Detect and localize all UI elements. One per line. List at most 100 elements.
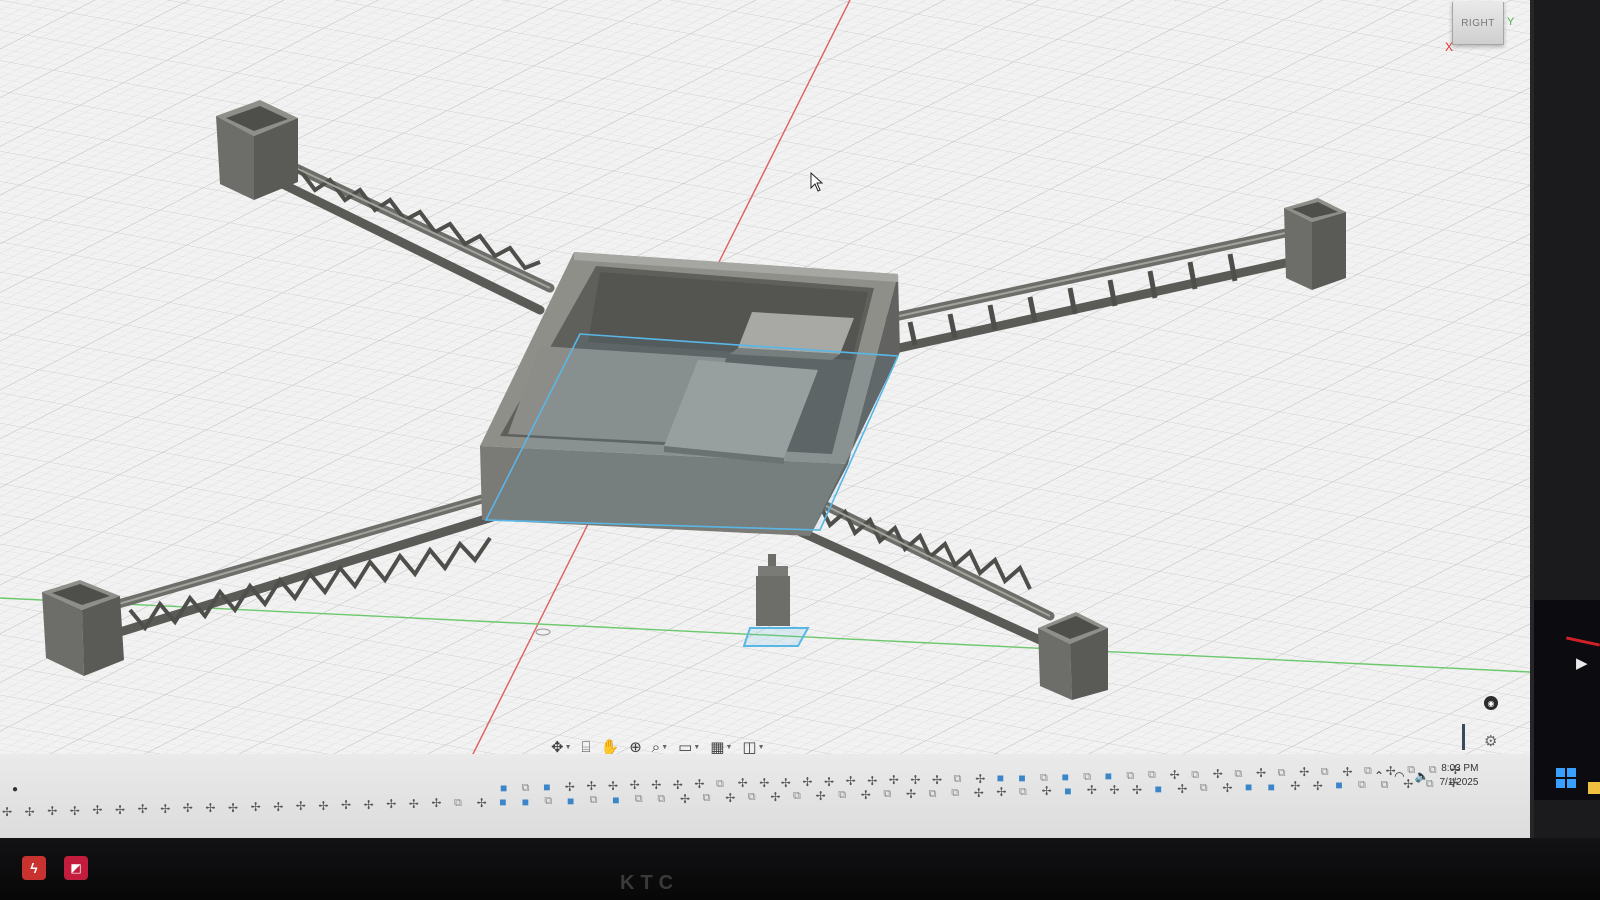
- timeline-feature-body-icon[interactable]: ■: [1245, 781, 1252, 793]
- timeline-feature-plus-icon[interactable]: ✢: [846, 775, 856, 787]
- timeline-feature-plus-icon[interactable]: ✢: [1170, 769, 1180, 781]
- 3d-viewport[interactable]: [0, 0, 1530, 838]
- timeline-feature-plus-icon[interactable]: ✢: [565, 781, 575, 793]
- timeline-feature-body-icon[interactable]: ■: [1062, 771, 1069, 783]
- timeline-feature-plus-icon[interactable]: ✢: [431, 797, 441, 809]
- timeline-feature-sketch-icon[interactable]: ⧉: [1234, 768, 1242, 780]
- timeline-feature-plus-icon[interactable]: ✢: [160, 803, 170, 815]
- timeline-feature-body-icon[interactable]: ■: [499, 796, 506, 808]
- timeline-feature-plus-icon[interactable]: ✢: [228, 802, 238, 814]
- timeline-feature-body-icon[interactable]: ■: [1155, 783, 1162, 795]
- timeline-feature-plus-icon[interactable]: ✢: [759, 777, 769, 789]
- timeline-feature-plus-icon[interactable]: ✢: [92, 804, 102, 816]
- timeline-feature-sketch-icon[interactable]: ⧉: [590, 794, 598, 806]
- lightning-app-icon[interactable]: ϟ: [22, 856, 46, 880]
- timeline-feature-plus-icon[interactable]: ✢: [70, 805, 80, 817]
- timeline-feature-plus-icon[interactable]: ✢: [996, 786, 1006, 798]
- timeline-feature-plus-icon[interactable]: ✢: [608, 780, 618, 792]
- timeline-feature-plus-icon[interactable]: ✢: [25, 806, 35, 818]
- timeline-feature-plus-icon[interactable]: ✢: [651, 779, 661, 791]
- timeline-feature-body-icon[interactable]: ■: [997, 772, 1004, 784]
- timeline-feature-sketch-icon[interactable]: ⧉: [703, 792, 711, 804]
- timeline-feature-sketch-icon[interactable]: ⧉: [1126, 770, 1134, 782]
- wifi-icon[interactable]: ◠: [1394, 769, 1404, 783]
- timeline-feature-body-icon[interactable]: ■: [500, 782, 507, 794]
- timeline-feature-plus-icon[interactable]: ✢: [932, 774, 942, 786]
- timeline-feature-plus-icon[interactable]: ✢: [694, 778, 704, 790]
- timeline-feature-body-icon[interactable]: ■: [522, 796, 529, 808]
- timeline-feature-plus-icon[interactable]: ✢: [138, 803, 148, 815]
- timeline-marker-icon[interactable]: [1462, 724, 1465, 750]
- timeline-feature-body-icon[interactable]: ■: [1064, 785, 1071, 797]
- timeline-feature-plus-icon[interactable]: ✢: [975, 773, 985, 785]
- compass-icon[interactable]: ◉: [1484, 696, 1498, 710]
- timeline-feature-body-icon[interactable]: ■: [543, 781, 550, 793]
- timeline-feature-body-icon[interactable]: ■: [612, 794, 619, 806]
- timeline-feature-sketch-icon[interactable]: ⧉: [954, 773, 962, 785]
- timeline-feature-plus-icon[interactable]: ✢: [318, 800, 328, 812]
- timeline-feature-plus-icon[interactable]: ✢: [1132, 784, 1142, 796]
- timeline-feature-body-icon[interactable]: ■: [1018, 772, 1025, 784]
- timeline-feature-sketch-icon[interactable]: ⧉: [454, 797, 462, 809]
- timeline-feature-plus-icon[interactable]: ✢: [477, 797, 487, 809]
- timeline-feature-plus-icon[interactable]: ✢: [824, 776, 834, 788]
- timeline-feature-plus-icon[interactable]: ✢: [273, 801, 283, 813]
- timeline-feature-sketch-icon[interactable]: ⧉: [793, 790, 801, 802]
- timeline-feature-plus-icon[interactable]: ✢: [802, 776, 812, 788]
- motor-mount-top-right[interactable]: [1284, 198, 1346, 290]
- timeline-feature-plus-icon[interactable]: ✢: [906, 788, 916, 800]
- timeline-feature-plus-icon[interactable]: ✢: [205, 802, 215, 814]
- timeline-feature-sketch-icon[interactable]: ⧉: [748, 791, 756, 803]
- timeline-feature-sketch-icon[interactable]: ⧉: [716, 778, 724, 790]
- timeline-feature-plus-icon[interactable]: ✢: [183, 802, 193, 814]
- timeline-feature-sketch-icon[interactable]: ⧉: [657, 793, 665, 805]
- clock[interactable]: 8:03 PM 7/1/2025: [1440, 762, 1479, 790]
- timeline-feature-plus-icon[interactable]: ✢: [47, 805, 57, 817]
- timeline-feature-plus-icon[interactable]: ✢: [630, 779, 640, 791]
- timeline-feature-body-icon[interactable]: ■: [567, 795, 574, 807]
- timeline-feature-sketch-icon[interactable]: ⧉: [951, 787, 959, 799]
- timeline-feature-sketch-icon[interactable]: ⧉: [1191, 769, 1199, 781]
- timeline-feature-plus-icon[interactable]: ✢: [781, 777, 791, 789]
- timeline-feature-body-icon[interactable]: ■: [1268, 781, 1275, 793]
- timeline-feature-plus-icon[interactable]: ✢: [861, 789, 871, 801]
- timeline-feature-sketch-icon[interactable]: ⧉: [929, 788, 937, 800]
- timeline-feature-plus-icon[interactable]: ✢: [1087, 784, 1097, 796]
- timeline-feature-sketch-icon[interactable]: ⧉: [1040, 772, 1048, 784]
- timeline-feature-plus-icon[interactable]: ✢: [1177, 783, 1187, 795]
- timeline-feature-sketch-icon[interactable]: ⧉: [544, 795, 552, 807]
- timeline-feature-plus-icon[interactable]: ✢: [1213, 768, 1223, 780]
- motor-mount-bottom-left[interactable]: [42, 580, 124, 676]
- timeline-feature-sketch-icon[interactable]: ⧉: [1278, 767, 1286, 779]
- timeline-feature-sketch-icon[interactable]: ⧉: [1019, 786, 1027, 798]
- timeline-feature-plus-icon[interactable]: ✢: [889, 774, 899, 786]
- timeline-feature-plus-icon[interactable]: ✢: [1109, 784, 1119, 796]
- timeline-feature-plus-icon[interactable]: ✢: [1313, 780, 1323, 792]
- timeline-feature-sketch-icon[interactable]: ⧉: [1148, 769, 1156, 781]
- volume-icon[interactable]: 🔈: [1415, 769, 1430, 783]
- timeline-feature-sketch-icon[interactable]: ⧉: [883, 788, 891, 800]
- timeline-feature-plus-icon[interactable]: ✢: [974, 787, 984, 799]
- timeline-feature-plus-icon[interactable]: ✢: [1342, 766, 1352, 778]
- timeline-feature-sketch-icon[interactable]: ⧉: [635, 793, 643, 805]
- timeline-start-icon[interactable]: ●: [12, 784, 18, 795]
- timeline-feature-plus-icon[interactable]: ✢: [341, 799, 351, 811]
- gear-icon[interactable]: ⚙: [1484, 732, 1497, 750]
- timeline-feature-body-icon[interactable]: ■: [1105, 770, 1112, 782]
- timeline-feature-sketch-icon[interactable]: ⧉: [1200, 782, 1208, 794]
- timeline-feature-plus-icon[interactable]: ✢: [738, 777, 748, 789]
- timeline-feature-plus-icon[interactable]: ✢: [1256, 767, 1266, 779]
- timeline-feature-plus-icon[interactable]: ✢: [251, 801, 261, 813]
- timeline-feature-sketch-icon[interactable]: ⧉: [838, 789, 846, 801]
- timeline-feature-plus-icon[interactable]: ✢: [725, 792, 735, 804]
- timeline-feature-plus-icon[interactable]: ✢: [296, 800, 306, 812]
- timeline-feature-plus-icon[interactable]: ✢: [2, 806, 12, 818]
- timeline-feature-sketch-icon[interactable]: ⧉: [1321, 766, 1329, 778]
- timeline-feature-sketch-icon[interactable]: ⧉: [522, 782, 530, 794]
- view-cube[interactable]: RIGHT: [1452, 2, 1504, 45]
- timeline-feature-plus-icon[interactable]: ✢: [1222, 782, 1232, 794]
- timeline-feature-plus-icon[interactable]: ✢: [680, 793, 690, 805]
- play-icon[interactable]: ▶: [1576, 654, 1588, 672]
- timeline-feature-plus-icon[interactable]: ✢: [867, 775, 877, 787]
- chevron-up-icon[interactable]: ⌃: [1374, 769, 1384, 783]
